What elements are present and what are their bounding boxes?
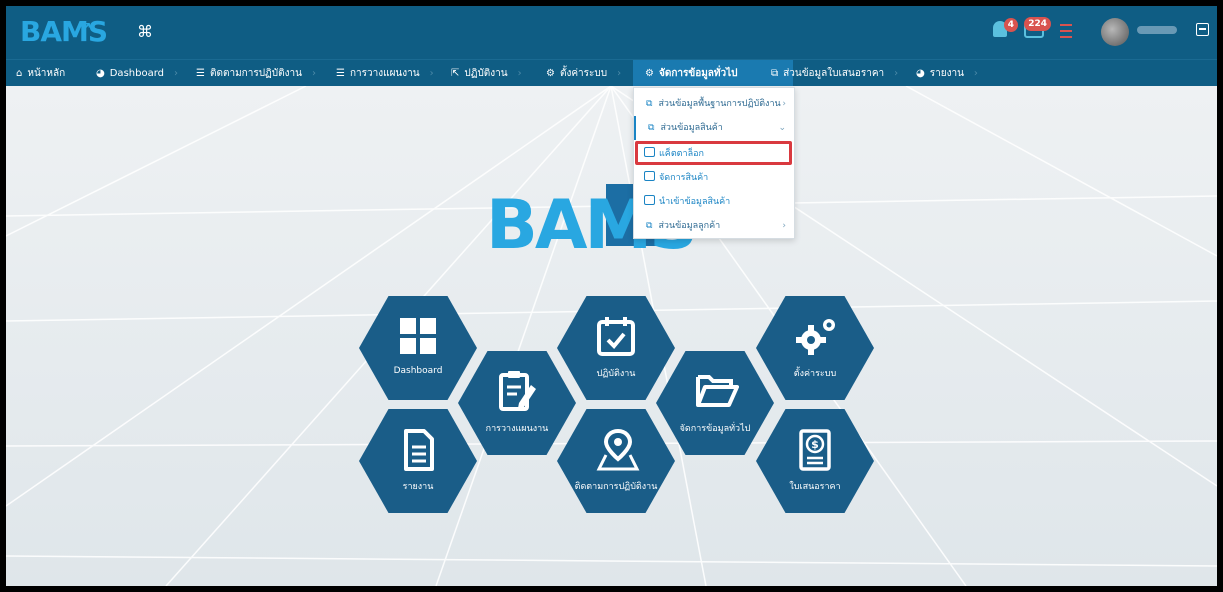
nav-item-label: ส่วนข้อมูลใบเสนอราคา — [783, 68, 885, 79]
dashboard-icon: ◕ — [96, 68, 105, 79]
copy-icon: ⧉ — [648, 123, 655, 133]
chevron-down-icon: ⌄ — [778, 123, 786, 133]
map-pin-icon — [596, 429, 640, 471]
edit-document-icon — [499, 371, 536, 411]
gear-icon: ⚙ — [645, 68, 654, 79]
list-icon: ☰ — [196, 68, 205, 79]
nav-item-operations[interactable]: ⇱ ปฏิบัติงาน › — [451, 60, 522, 87]
tile-label: Dashboard — [393, 366, 443, 376]
list-box-icon — [644, 195, 655, 205]
tile-label: ตั้งค่าระบบ — [793, 369, 837, 379]
menu-toggle-icon[interactable]: ⌘ — [137, 22, 153, 41]
home-icon: ⌂ — [16, 68, 23, 79]
notification-badge: 4 — [1003, 18, 1018, 32]
user-name-blurred[interactable] — [1137, 26, 1177, 34]
dollar-document-icon: $ — [799, 429, 831, 471]
dropdown-item-customer-data[interactable]: ⧉ ส่วนข้อมูลลูกค้า › — [634, 214, 794, 238]
gears-icon: ⚙ — [546, 68, 555, 79]
calendar-check-icon — [597, 317, 635, 356]
message-badge: 224 — [1024, 17, 1051, 31]
chevron-right-icon: › — [617, 68, 622, 79]
list-icon: ☰ — [336, 68, 345, 79]
dropdown-item-import-products[interactable]: นำเข้าข้อมูลสินค้า — [634, 190, 794, 214]
tile-label: รายงาน — [402, 482, 434, 492]
tile-label: การวางแผนงาน — [485, 424, 549, 434]
chevron-right-icon: › — [174, 68, 178, 79]
chevron-right-icon: › — [311, 68, 316, 79]
app-window: BAMS ↗ ⌘ 4 224 ⌂ หน้าหลัก ◕ Dashboard › ☰ ติ… — [6, 6, 1217, 586]
nav-item-general-data[interactable]: ⚙ จัดการข้อมูลทั่วไป — [633, 60, 793, 87]
dropdown-item-label: ส่วนข้อมูลลูกค้า — [658, 221, 721, 231]
dropdown-item-label: ส่วนข้อมูลพื้นฐานการปฏิบัติงาน — [658, 99, 781, 109]
document-icon — [404, 429, 434, 471]
chevron-right-icon: › — [429, 68, 434, 79]
nav-item-label: ปฏิบัติงาน — [464, 68, 508, 79]
chevron-right-icon: › — [782, 99, 786, 109]
top-header: BAMS ↗ ⌘ 4 224 — [6, 6, 1217, 59]
chevron-right-icon: › — [782, 221, 786, 231]
nav-item-reports[interactable]: ◕ รายงาน › — [916, 60, 978, 87]
copy-icon: ⧉ — [646, 99, 653, 109]
gears-icon — [796, 319, 835, 355]
tile-label: ปฏิบัติงาน — [596, 369, 636, 379]
nav-item-label: ติดตามการปฏิบัติงาน — [209, 68, 302, 79]
nav-item-quotation[interactable]: ⧉ ส่วนข้อมูลใบเสนอราคา › — [771, 60, 898, 87]
logo-text: BAMS — [20, 15, 108, 48]
grid-icon — [400, 318, 436, 354]
dropdown-item-product-data[interactable]: ⧉ ส่วนข้อมูลสินค้า ⌄ — [634, 116, 794, 140]
logo-arrow-icon: ↗ — [80, 20, 92, 36]
dropdown-item-label: นำเข้าข้อมูลสินค้า — [659, 197, 731, 207]
chevron-right-icon: › — [517, 68, 522, 79]
dashboard-icon: ◕ — [916, 68, 925, 79]
svg-text:$: $ — [811, 438, 819, 451]
tile-label: ติดตามการปฏิบัติงาน — [574, 482, 658, 492]
nav-item-label: จัดการข้อมูลทั่วไป — [658, 68, 738, 79]
folder-open-icon — [696, 375, 739, 407]
nav-item-dashboard[interactable]: ◕ Dashboard › — [96, 60, 178, 87]
chevron-right-icon: › — [973, 68, 978, 79]
sidebar-toggle-icon[interactable] — [1196, 23, 1209, 36]
external-link-icon: ⇱ — [451, 68, 460, 79]
nav-item-label: การวางแผนงาน — [349, 68, 420, 79]
task-list-icon[interactable] — [1060, 24, 1072, 38]
nav-item-label: Dashboard — [109, 68, 164, 79]
list-box-icon — [644, 171, 655, 181]
avatar[interactable] — [1101, 18, 1129, 46]
copy-icon: ⧉ — [771, 68, 779, 79]
dropdown-item-work-base-data[interactable]: ⧉ ส่วนข้อมูลพื้นฐานการปฏิบัติงาน › — [634, 92, 794, 116]
catalog-highlight-box — [635, 141, 792, 165]
nav-item-label: รายงาน — [929, 68, 964, 79]
nav-item-label: ตั้งค่าระบบ — [559, 68, 608, 79]
dropdown-item-manage-products[interactable]: จัดการสินค้า — [634, 166, 794, 190]
dropdown-item-label: จัดการสินค้า — [659, 173, 709, 183]
dropdown-item-label: ส่วนข้อมูลสินค้า — [660, 123, 723, 133]
nav-item-tracking[interactable]: ☰ ติดตามการปฏิบัติงาน › — [196, 60, 316, 87]
chevron-right-icon: › — [894, 68, 899, 79]
nav-item-label: หน้าหลัก — [27, 68, 66, 79]
nav-item-settings[interactable]: ⚙ ตั้งค่าระบบ › — [546, 60, 621, 87]
nav-item-home[interactable]: ⌂ หน้าหลัก — [16, 60, 65, 87]
copy-icon: ⧉ — [646, 221, 653, 231]
tile-label: จัดการข้อมูลทั่วไป — [679, 424, 751, 434]
main-nav: ⌂ หน้าหลัก ◕ Dashboard › ☰ ติดตามการปฏิบัติง… — [6, 59, 1217, 87]
tile-label: ใบเสนอราคา — [789, 482, 841, 492]
app-logo[interactable]: BAMS ↗ — [20, 12, 110, 52]
nav-item-planning[interactable]: ☰ การวางแผนงาน › — [336, 60, 434, 87]
